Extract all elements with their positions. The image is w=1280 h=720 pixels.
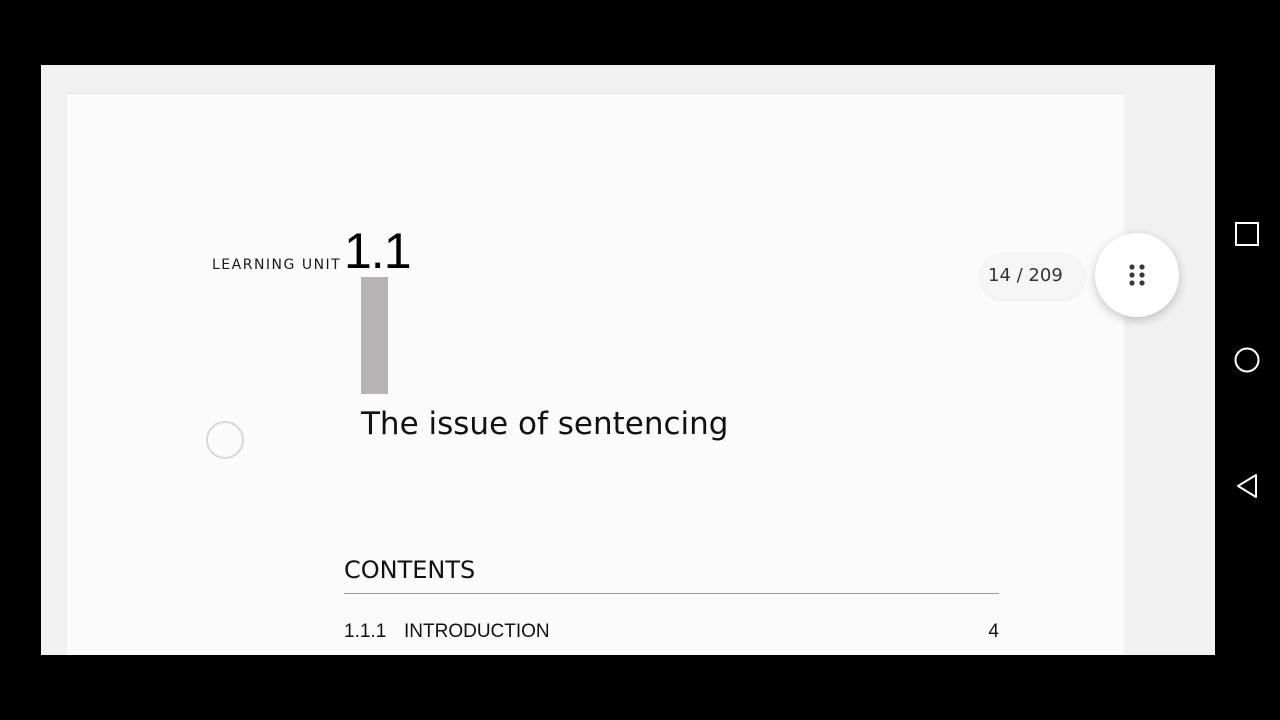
unit-title: The issue of sentencing bbox=[361, 406, 729, 442]
recent-apps-icon[interactable] bbox=[1232, 219, 1262, 249]
home-icon[interactable] bbox=[1232, 345, 1262, 375]
toc-page-number: 4 bbox=[988, 621, 999, 642]
pdf-viewer-screen: LEARNING UNIT 1.1 The issue of sentencin… bbox=[41, 65, 1215, 655]
document-page[interactable]: LEARNING UNIT 1.1 The issue of sentencin… bbox=[67, 93, 1124, 655]
system-nav-bar bbox=[1215, 0, 1280, 720]
grid-view-button[interactable] bbox=[1095, 233, 1179, 317]
grid-dots-icon bbox=[1129, 264, 1145, 286]
toc-title: INTRODUCTION bbox=[404, 621, 550, 642]
toc-row[interactable]: 1.1.1 INTRODUCTION 4 bbox=[344, 621, 999, 645]
unit-label: LEARNING UNIT bbox=[212, 257, 342, 273]
unit-number: 1.1 bbox=[344, 223, 412, 279]
contents-divider bbox=[344, 593, 999, 594]
contents-heading: CONTENTS bbox=[344, 556, 476, 584]
unit-accent-bar bbox=[361, 277, 388, 394]
back-icon[interactable] bbox=[1232, 471, 1262, 501]
page-counter[interactable]: 14 / 209 bbox=[980, 253, 1085, 299]
toc-number: 1.1.1 bbox=[344, 621, 387, 642]
annotation-circle-icon[interactable] bbox=[206, 421, 244, 459]
